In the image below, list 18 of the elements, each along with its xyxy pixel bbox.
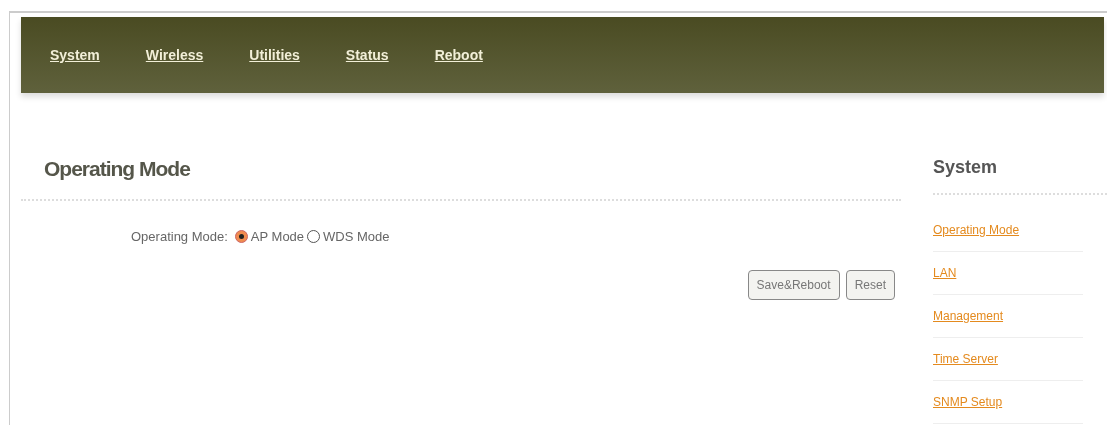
radio-label: AP Mode	[250, 229, 305, 244]
nav-link[interactable]: Utilities	[249, 47, 300, 63]
form-button[interactable]: Save&Reboot	[747, 270, 840, 300]
sidebar-link[interactable]: SNMP Setup	[933, 395, 1003, 409]
form-button[interactable]: Reset	[845, 270, 895, 300]
sidebar-link[interactable]: LAN	[933, 266, 957, 280]
radio-button[interactable]	[234, 230, 248, 243]
field-label: Operating Mode:	[131, 229, 228, 244]
nav-link[interactable]: Status	[345, 47, 389, 63]
nav-link[interactable]: Reboot	[434, 47, 483, 63]
sidebar-link[interactable]: Management	[933, 309, 1004, 323]
sidebar-link[interactable]: Time Server	[933, 352, 998, 366]
nav-link[interactable]: System	[50, 47, 100, 63]
radio-label: WDS Mode	[323, 229, 390, 244]
sidebar-title: System	[933, 157, 999, 178]
sidebar-link[interactable]: Operating Mode	[933, 223, 1020, 237]
nav-link[interactable]: Wireless	[145, 47, 204, 63]
page-title: Operating Mode	[44, 157, 191, 181]
